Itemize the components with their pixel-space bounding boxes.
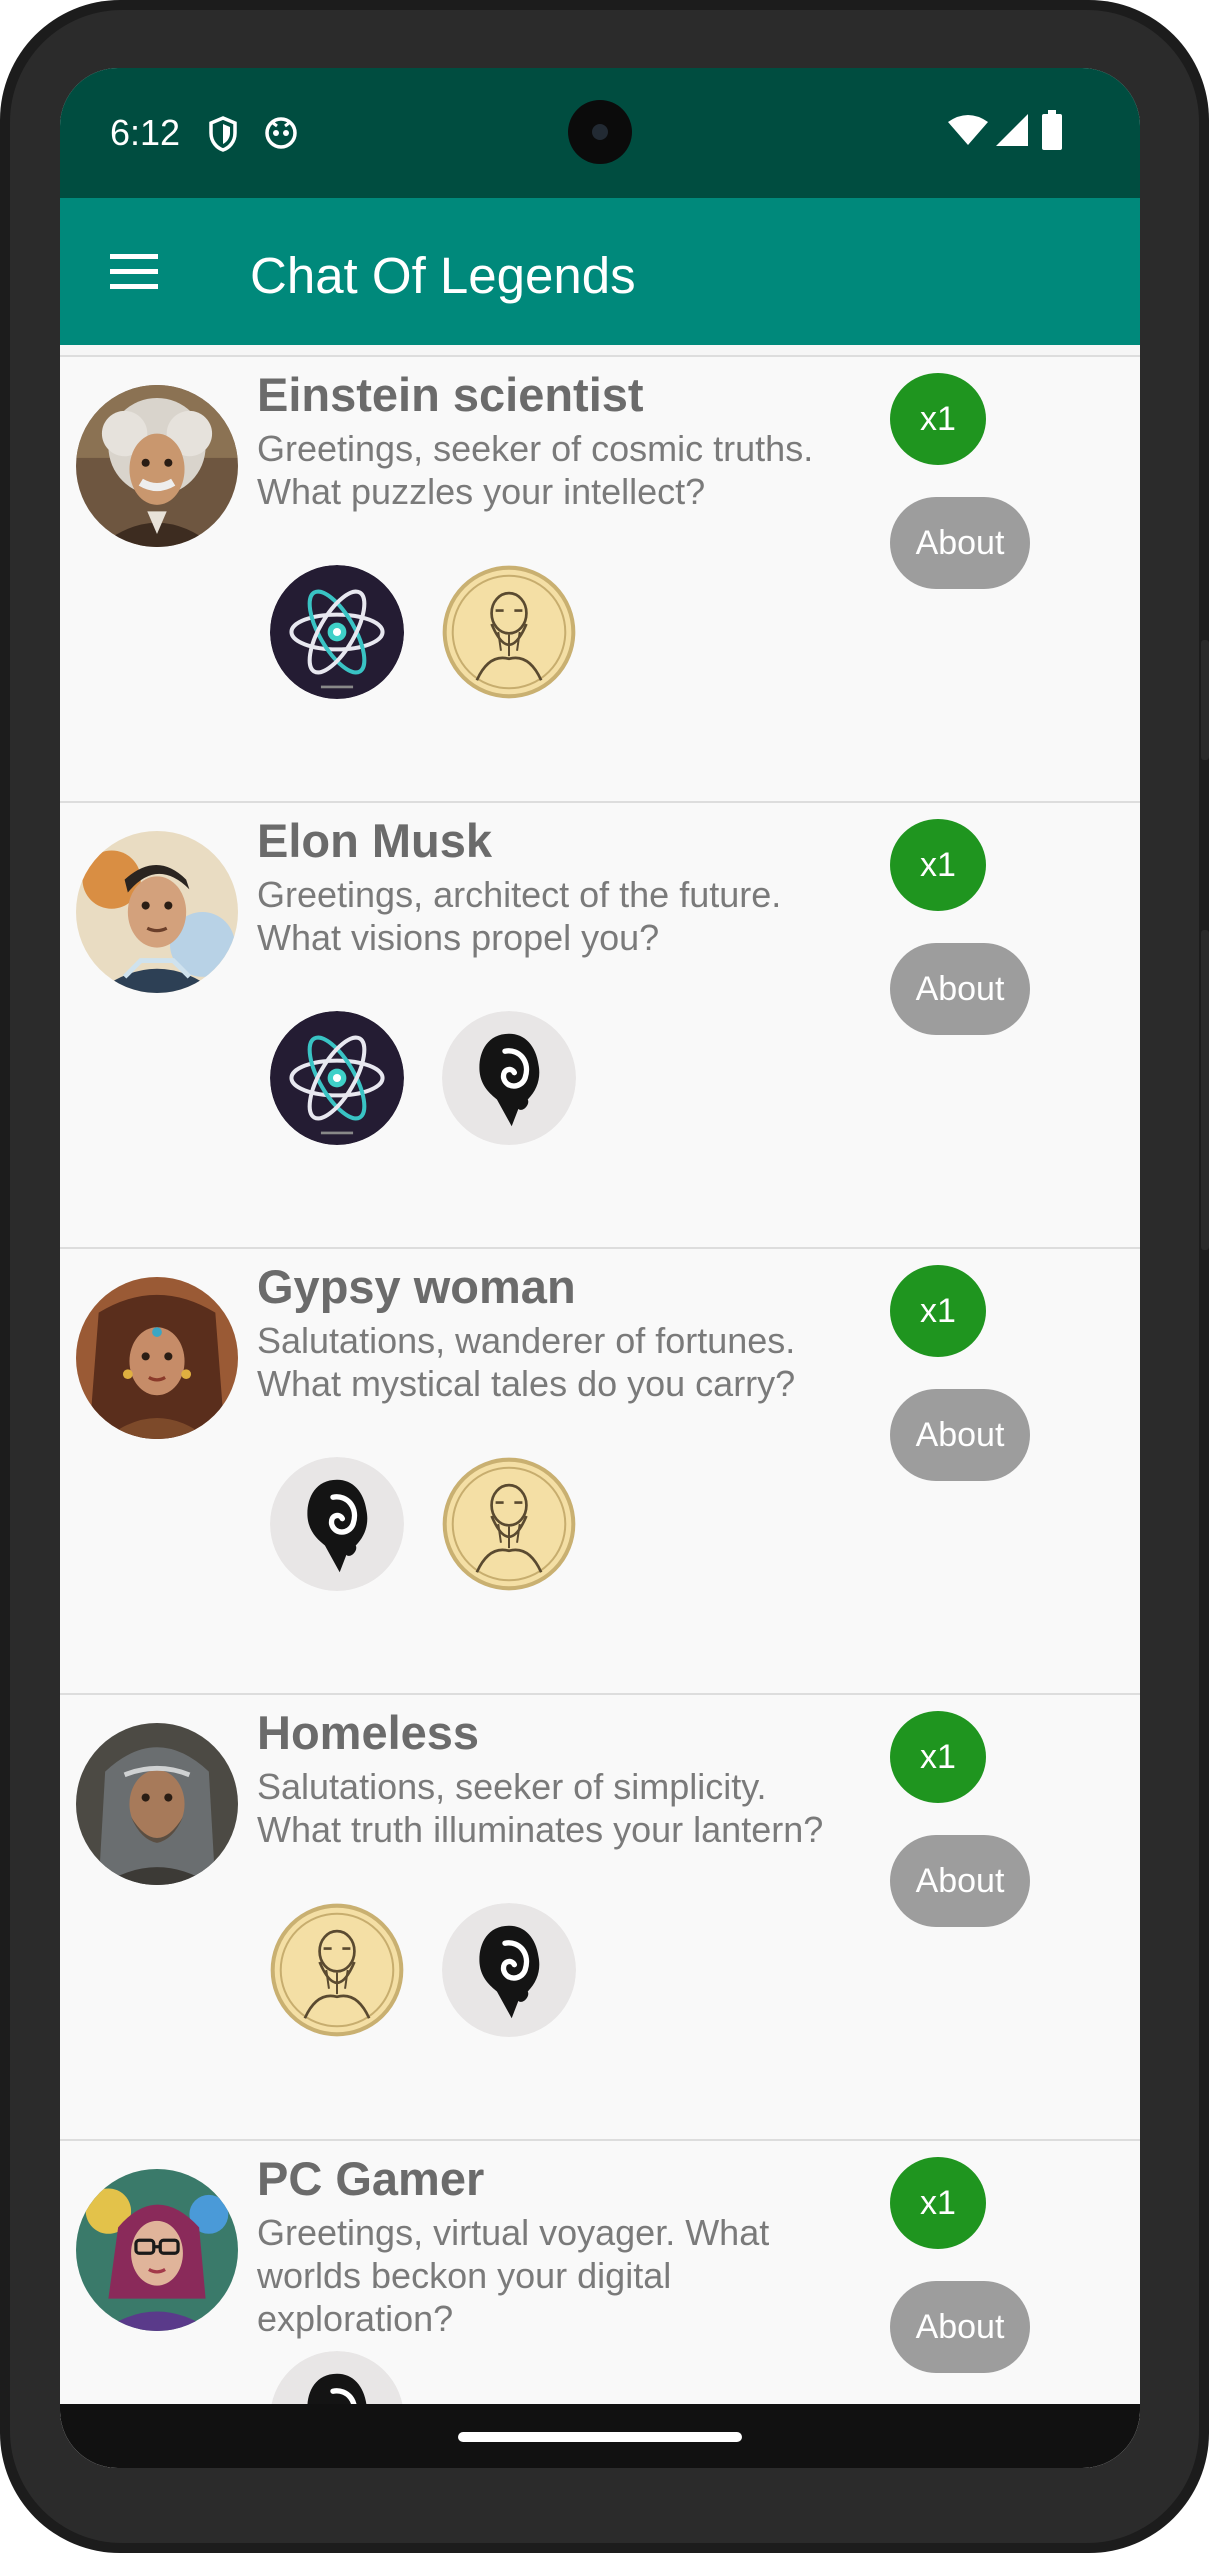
character-name: Elon Musk: [257, 814, 493, 867]
phone-frame: 6:12 Chat Of Legends Einstein scientist …: [0, 0, 1209, 2553]
wifi-icon: [948, 115, 988, 145]
about-button[interactable]: About: [890, 497, 1030, 589]
multiplier-button[interactable]: x1: [890, 1265, 986, 1357]
science-atom-icon: [270, 1011, 404, 1145]
front-camera: [568, 100, 632, 164]
character-list[interactable]: Einstein scientist Greetings, seeker of …: [60, 345, 1140, 2468]
elon-musk-avatar: [76, 831, 238, 993]
character-name: Gypsy woman: [257, 1260, 576, 1313]
character-name: PC Gamer: [257, 2152, 485, 2205]
character-name: Einstein scientist: [257, 368, 644, 421]
volume-button: [1201, 930, 1209, 1250]
shield-icon: [209, 116, 237, 152]
about-button[interactable]: About: [890, 2281, 1030, 2373]
character-name: Homeless: [257, 1706, 480, 1759]
philosopher-icon: [442, 1457, 576, 1591]
status-bar: 6:12: [60, 68, 1140, 198]
multiplier-button[interactable]: x1: [890, 1711, 986, 1803]
philosopher-icon: [442, 565, 576, 699]
gypsy-woman-avatar: [76, 1277, 238, 1439]
einstein-avatar: [76, 385, 238, 547]
battery-icon: [1042, 110, 1062, 150]
character-greeting: Greetings, virtual voyager. What worlds …: [257, 2212, 770, 2339]
robot-icon: [265, 117, 297, 149]
home-gesture-handle[interactable]: [458, 2432, 742, 2442]
character-greeting: Greetings, architect of the future. What…: [257, 874, 782, 958]
about-button[interactable]: About: [890, 943, 1030, 1035]
character-row-homeless[interactable]: Homeless Salutations, seeker of simplici…: [60, 1693, 1140, 2141]
character-greeting: Salutations, wanderer of fortunes. What …: [257, 1320, 796, 1404]
about-button[interactable]: About: [890, 1389, 1030, 1481]
app-screen: 6:12 Chat Of Legends Einstein scientist …: [60, 68, 1140, 2468]
character-greeting: Greetings, seeker of cosmic truths. What…: [257, 428, 814, 512]
psychology-head-icon: [442, 1903, 576, 2037]
menu-icon[interactable]: [104, 242, 164, 302]
cellular-signal-icon: [996, 114, 1028, 146]
psychology-head-icon: [442, 1011, 576, 1145]
philosopher-icon: [270, 1903, 404, 2037]
status-time: 6:12: [110, 112, 181, 153]
multiplier-button[interactable]: x1: [890, 373, 986, 465]
app-title: Chat Of Legends: [250, 247, 636, 304]
navigation-bar: [60, 2404, 1140, 2468]
character-greeting: Salutations, seeker of simplicity. What …: [257, 1766, 824, 1850]
character-row-gypsy-woman[interactable]: Gypsy woman Salutations, wanderer of for…: [60, 1247, 1140, 1695]
multiplier-button[interactable]: x1: [890, 819, 986, 911]
character-row-einstein[interactable]: Einstein scientist Greetings, seeker of …: [60, 355, 1140, 803]
homeless-avatar: [76, 1723, 238, 1885]
pc-gamer-avatar: [76, 2169, 238, 2331]
about-button[interactable]: About: [890, 1835, 1030, 1927]
app-bar: Chat Of Legends: [60, 198, 1140, 345]
science-atom-icon: [270, 565, 404, 699]
power-button: [1201, 640, 1209, 760]
character-row-elon-musk[interactable]: Elon Musk Greetings, architect of the fu…: [60, 801, 1140, 1249]
multiplier-button[interactable]: x1: [890, 2157, 986, 2249]
psychology-head-icon: [270, 1457, 404, 1591]
